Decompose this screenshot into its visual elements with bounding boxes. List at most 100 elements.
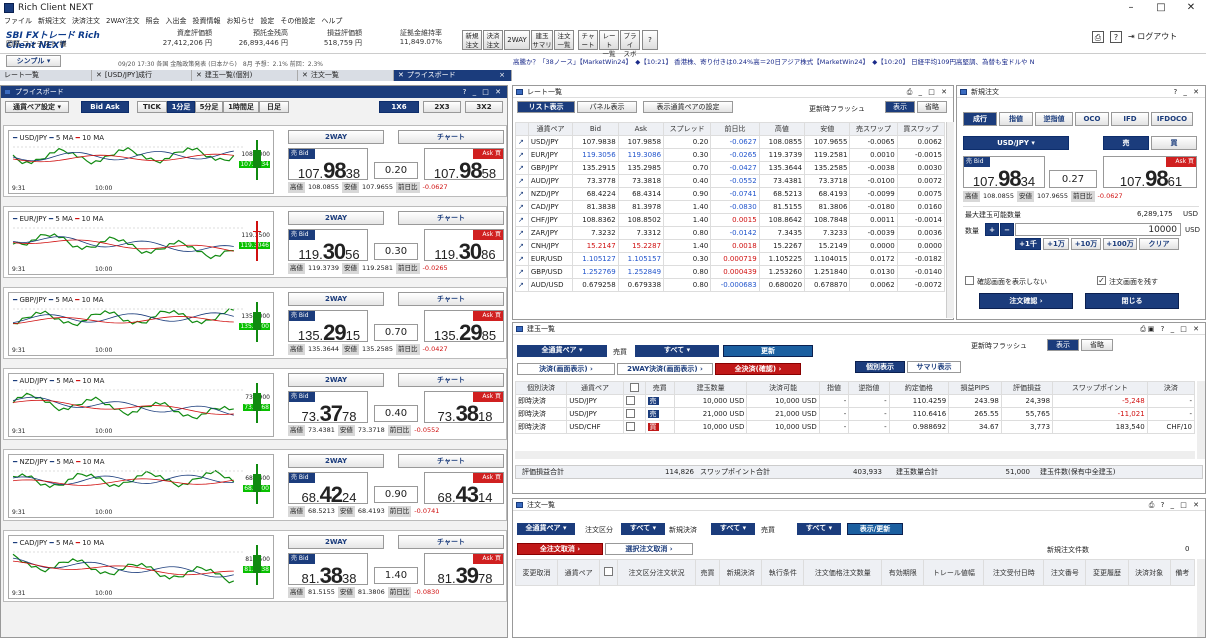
window-controls[interactable]: ? _ □ ✕ xyxy=(463,86,503,98)
2way-button[interactable]: 2WAY xyxy=(288,454,384,468)
layout-2x3-button[interactable]: 2X3 xyxy=(423,101,461,113)
position-row[interactable]: 即時決済 USD/JPY 売 10,000 USD 10,000 USD - -110.42… xyxy=(514,394,1196,408)
chart-icon[interactable]: ↗ xyxy=(515,226,529,240)
flash-hide-button[interactable]: 省略 xyxy=(1081,339,1113,351)
keep-window-checkbox[interactable]: ✓ xyxy=(1097,276,1106,285)
chart-button[interactable]: チャート xyxy=(398,454,504,468)
close-order-button[interactable]: 閉じる xyxy=(1085,293,1179,309)
mini-chart[interactable]: ━ NZD/JPY ━ 5 MA ━ 10 MA68.440068.42009:… xyxy=(8,454,274,518)
flash-hide-button[interactable]: 省略 xyxy=(917,101,947,113)
close-icon[interactable]: ✕ xyxy=(96,71,102,79)
chart-icon[interactable]: ↗ xyxy=(515,174,529,188)
rate-row[interactable]: ↗ AUD/USD 0.679258 0.679338 0.80 -0.000683 0.6… xyxy=(515,278,946,292)
display-pair-settings-button[interactable]: 表示通貨ペアの設定 xyxy=(643,101,733,113)
col-header[interactable]: 通貨ペア xyxy=(557,559,601,586)
col-header[interactable]: 注文受付日時 xyxy=(983,559,1045,586)
chart-icon[interactable]: ↗ xyxy=(515,135,529,149)
pair-filter-dropdown[interactable]: 全通貨ペア ▾ xyxy=(517,345,607,357)
tab-individual-view[interactable]: 個別表示 xyxy=(855,361,905,373)
side-filter-dropdown[interactable]: すべて ▾ xyxy=(635,345,719,357)
col-header[interactable]: 変更履歴 xyxy=(1085,559,1129,586)
mini-chart[interactable]: ━ EUR/JPY ━ 5 MA ━ 10 MA119.3500119.3046… xyxy=(8,211,274,275)
col-header[interactable]: トレール値幅 xyxy=(923,559,985,586)
help-icon[interactable]: ? xyxy=(1110,31,1122,43)
new-settle-dropdown[interactable]: すべて ▾ xyxy=(711,523,755,535)
ask-box[interactable]: Ask 買 81.3978 xyxy=(424,553,504,588)
col-header[interactable]: 備考 xyxy=(1169,559,1196,586)
close-icon[interactable]: ✕ xyxy=(196,71,202,79)
2way-button[interactable]: 2WAY xyxy=(288,535,384,549)
ask-box[interactable]: Ask 買 73.3818 xyxy=(424,391,504,426)
chart-icon[interactable]: ↗ xyxy=(515,265,529,279)
period-5min-button[interactable]: 5分足 xyxy=(195,101,223,113)
rate-row[interactable]: ↗ CAD/JPY 81.3838 81.3978 1.40 -0.0830 81.5155… xyxy=(515,200,946,214)
col-header[interactable]: Bid xyxy=(572,122,619,136)
qty-plus-button[interactable]: + xyxy=(985,223,999,236)
layout-1x6-button[interactable]: 1X6 xyxy=(379,101,419,113)
select-all-checkbox[interactable] xyxy=(599,559,619,586)
confirm-order-button[interactable]: 注文確認 › xyxy=(979,293,1073,309)
close-icon[interactable]: × xyxy=(499,70,505,81)
toolbar-chart-button[interactable]: チャ ート xyxy=(578,30,598,50)
close-button[interactable]: ✕ xyxy=(1176,0,1206,16)
pair-filter-dropdown[interactable]: 全通貨ペア ▾ xyxy=(517,523,575,535)
order-type-tab[interactable]: 成行 xyxy=(963,112,997,126)
chart-icon[interactable]: ↗ xyxy=(515,148,529,162)
mini-chart[interactable]: ━ CAD/JPY ━ 5 MA ━ 10 MA81.450081.38389:… xyxy=(8,535,274,599)
close-icon[interactable]: ✕ xyxy=(302,71,308,79)
rate-row[interactable]: ↗ ZAR/JPY 7.3232 7.3312 0.80 -0.0142 7.3435 7.3… xyxy=(515,226,946,240)
menu-inquiry[interactable]: 照会 xyxy=(146,16,160,27)
tab-position-list[interactable]: ✕ 建玉一覧(個別) xyxy=(192,70,298,81)
col-header[interactable]: 通貨ペア xyxy=(566,381,624,395)
col-header[interactable]: 決済対象 xyxy=(1127,559,1171,586)
2way-button[interactable]: 2WAY xyxy=(288,130,384,144)
chart-icon[interactable]: ↗ xyxy=(515,187,529,201)
qty-clear-button[interactable]: クリア xyxy=(1139,238,1179,250)
ask-box[interactable]: Ask 買 135.2985 xyxy=(424,310,504,345)
bid-ask-toggle[interactable]: Bid Ask xyxy=(81,101,129,113)
col-header[interactable]: 指値 xyxy=(818,381,850,395)
news-ticker[interactable]: 高騰か？「38ノース」【MarketWin24】 ◆【10:21】 香港株、寄り… xyxy=(513,56,1206,67)
menu-2way-order[interactable]: 2WAY注文 xyxy=(106,16,140,27)
chart-icon[interactable]: ↗ xyxy=(515,278,529,292)
menu-help[interactable]: ヘルプ xyxy=(321,16,342,27)
col-header[interactable]: 安値 xyxy=(804,122,851,136)
col-header[interactable]: 通貨ペア xyxy=(527,122,574,136)
mini-chart[interactable]: ━ USD/JPY ━ 5 MA ━ 10 MA108.0000107.9834… xyxy=(8,130,274,194)
tab-usdjpy-market[interactable]: ✕ [USD/JPY]成行 xyxy=(92,70,192,81)
rate-row[interactable]: ↗ CHF/JPY 108.8362 108.8502 1.40 0.0015 108.86… xyxy=(515,213,946,227)
bid-box[interactable]: 売 Bid 107.9838 xyxy=(288,148,368,183)
col-header[interactable]: 約定価格 xyxy=(888,381,950,395)
toolbar-2way-button[interactable]: 2WAY xyxy=(504,30,530,50)
chart-button[interactable]: チャート xyxy=(398,211,504,225)
mini-chart[interactable]: ━ AUD/JPY ━ 5 MA ━ 10 MA73.390073.37689:… xyxy=(8,373,274,437)
col-header[interactable]: 逆指値 xyxy=(848,381,890,395)
row-checkbox[interactable] xyxy=(622,407,646,421)
rate-row[interactable]: ↗ GBP/JPY 135.2915 135.2985 0.70 -0.0427 135.3… xyxy=(515,161,946,175)
settle-all-button[interactable]: 全決済(確認) › xyxy=(715,363,801,375)
col-header[interactable]: 買スワップ xyxy=(896,122,946,136)
layout-3x2-button[interactable]: 3X2 xyxy=(465,101,503,113)
menu-new-order[interactable]: 新規注文 xyxy=(38,16,66,27)
order-type-tab[interactable]: OCO xyxy=(1075,112,1109,126)
news-marquee-left[interactable]: 09/20 17:30 各国 金融政策発表 (日本から) 8月 予想：2.1% … xyxy=(118,59,323,68)
chart-icon[interactable]: ↗ xyxy=(515,161,529,175)
order-scrollbar[interactable] xyxy=(1197,559,1205,637)
instant-settle-button[interactable]: 即時決済 xyxy=(514,407,568,421)
instant-settle-button[interactable]: 即時決済 xyxy=(514,394,568,408)
cancel-all-orders-button[interactable]: 全注文取消 › xyxy=(517,543,603,555)
toolbar-rate-list-button[interactable]: レート 一覧 xyxy=(599,30,619,58)
ask-box[interactable]: Ask 買 107.9858 xyxy=(424,148,504,183)
position-row[interactable]: 即時決済 USD/JPY 売 21,000 USD 21,000 USD - -110.64… xyxy=(514,407,1196,421)
menu-settings[interactable]: 設定 xyxy=(260,16,274,27)
rate-row[interactable]: ↗ USD/JPY 107.9838 107.9858 0.20 -0.0627 108.0… xyxy=(515,135,946,149)
toolbar-settle-button[interactable]: 決済 注文 xyxy=(483,30,503,50)
col-header[interactable]: 高値 xyxy=(758,122,806,136)
cancel-selected-button[interactable]: 選択注文取消 › xyxy=(605,543,693,555)
bid-box[interactable]: 売 Bid 68.4224 xyxy=(288,472,368,507)
bid-box[interactable]: 売 Bid 135.2915 xyxy=(288,310,368,345)
window-controls[interactable]: ⎙ ? _ □ ✕ xyxy=(1149,499,1201,511)
col-header[interactable]: 売スワップ xyxy=(849,122,898,136)
tab-summary-view[interactable]: サマリ表示 xyxy=(907,361,961,373)
col-header[interactable]: Ask xyxy=(617,122,665,136)
